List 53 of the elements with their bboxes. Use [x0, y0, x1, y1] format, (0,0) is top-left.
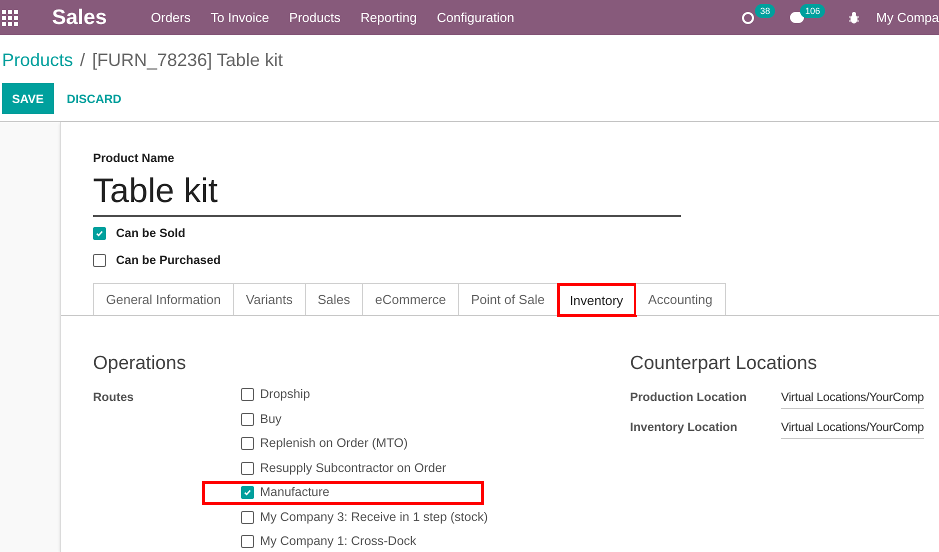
checkbox[interactable]	[241, 412, 254, 426]
clock-icon[interactable]	[742, 12, 754, 24]
chat-bubble-icon[interactable]	[790, 12, 804, 23]
save-button[interactable]: SAVE	[2, 83, 54, 114]
checkbox-label: Can be Sold	[116, 225, 186, 242]
checkmark-icon	[243, 488, 252, 498]
location-field[interactable]: Virtual Locations/YourComp	[781, 418, 924, 438]
location-field[interactable]: Virtual Locations/YourComp	[781, 388, 924, 408]
breadcrumb-separator: /	[80, 49, 86, 72]
tab[interactable]: Inventory	[558, 284, 636, 316]
breadcrumb-current: [FURN_78236] Table kit	[92, 49, 283, 72]
section-title: Operations	[93, 352, 187, 376]
field-label: Inventory Location	[630, 418, 738, 436]
route-label: Manufacture	[260, 484, 330, 502]
checkbox[interactable]	[93, 226, 106, 240]
tab[interactable]: Variants	[234, 283, 306, 315]
menu-item[interactable]: Products	[289, 8, 340, 28]
checkbox[interactable]	[241, 462, 254, 475]
menu-item[interactable]: Configuration	[436, 8, 514, 28]
checkbox[interactable]	[241, 510, 254, 524]
company-switcher[interactable]: My Compa	[876, 8, 939, 28]
breadcrumb-link[interactable]: Products	[2, 47, 74, 74]
checkmark-icon	[95, 228, 104, 238]
checkbox[interactable]	[241, 437, 254, 450]
checkbox[interactable]	[241, 486, 254, 500]
product-name-field[interactable]: Table kit	[93, 167, 681, 217]
checkbox[interactable]	[241, 388, 254, 402]
tab[interactable]: Sales	[306, 283, 364, 315]
route-label: Resupply Subcontractor on Order	[260, 460, 446, 477]
route-label: Buy	[260, 410, 282, 428]
field-label: Routes	[93, 388, 135, 402]
tab[interactable]: Accounting	[636, 283, 726, 315]
app-title[interactable]: Sales	[52, 2, 107, 34]
notification-badge: 38	[755, 4, 776, 18]
tab[interactable]: General Information	[93, 283, 234, 315]
checkbox-label: Can be Purchased	[116, 252, 221, 269]
bug-icon[interactable]	[848, 11, 860, 24]
discard-button[interactable]: DISCARD	[54, 83, 134, 114]
menu-item[interactable]: Reporting	[360, 8, 417, 28]
field-label: Product Name	[93, 150, 176, 167]
checkbox[interactable]	[241, 535, 254, 548]
section-title: Counterpart Locations	[630, 352, 818, 376]
route-label: My Company 1: Cross-Dock	[260, 533, 416, 550]
route-label: Replenish on Order (MTO)	[260, 435, 408, 452]
apps-grid-icon[interactable]	[2, 10, 18, 26]
route-label: Dropship	[260, 386, 310, 404]
route-label: My Company 3: Receive in 1 step (stock)	[260, 508, 488, 526]
field-label: Production Location	[630, 388, 748, 406]
tab[interactable]: eCommerce	[363, 283, 459, 315]
checkbox[interactable]	[93, 254, 106, 266]
menu-item[interactable]: Orders	[150, 8, 191, 28]
menu-item[interactable]: To Invoice	[210, 8, 270, 28]
notification-badge: 106	[800, 4, 826, 18]
